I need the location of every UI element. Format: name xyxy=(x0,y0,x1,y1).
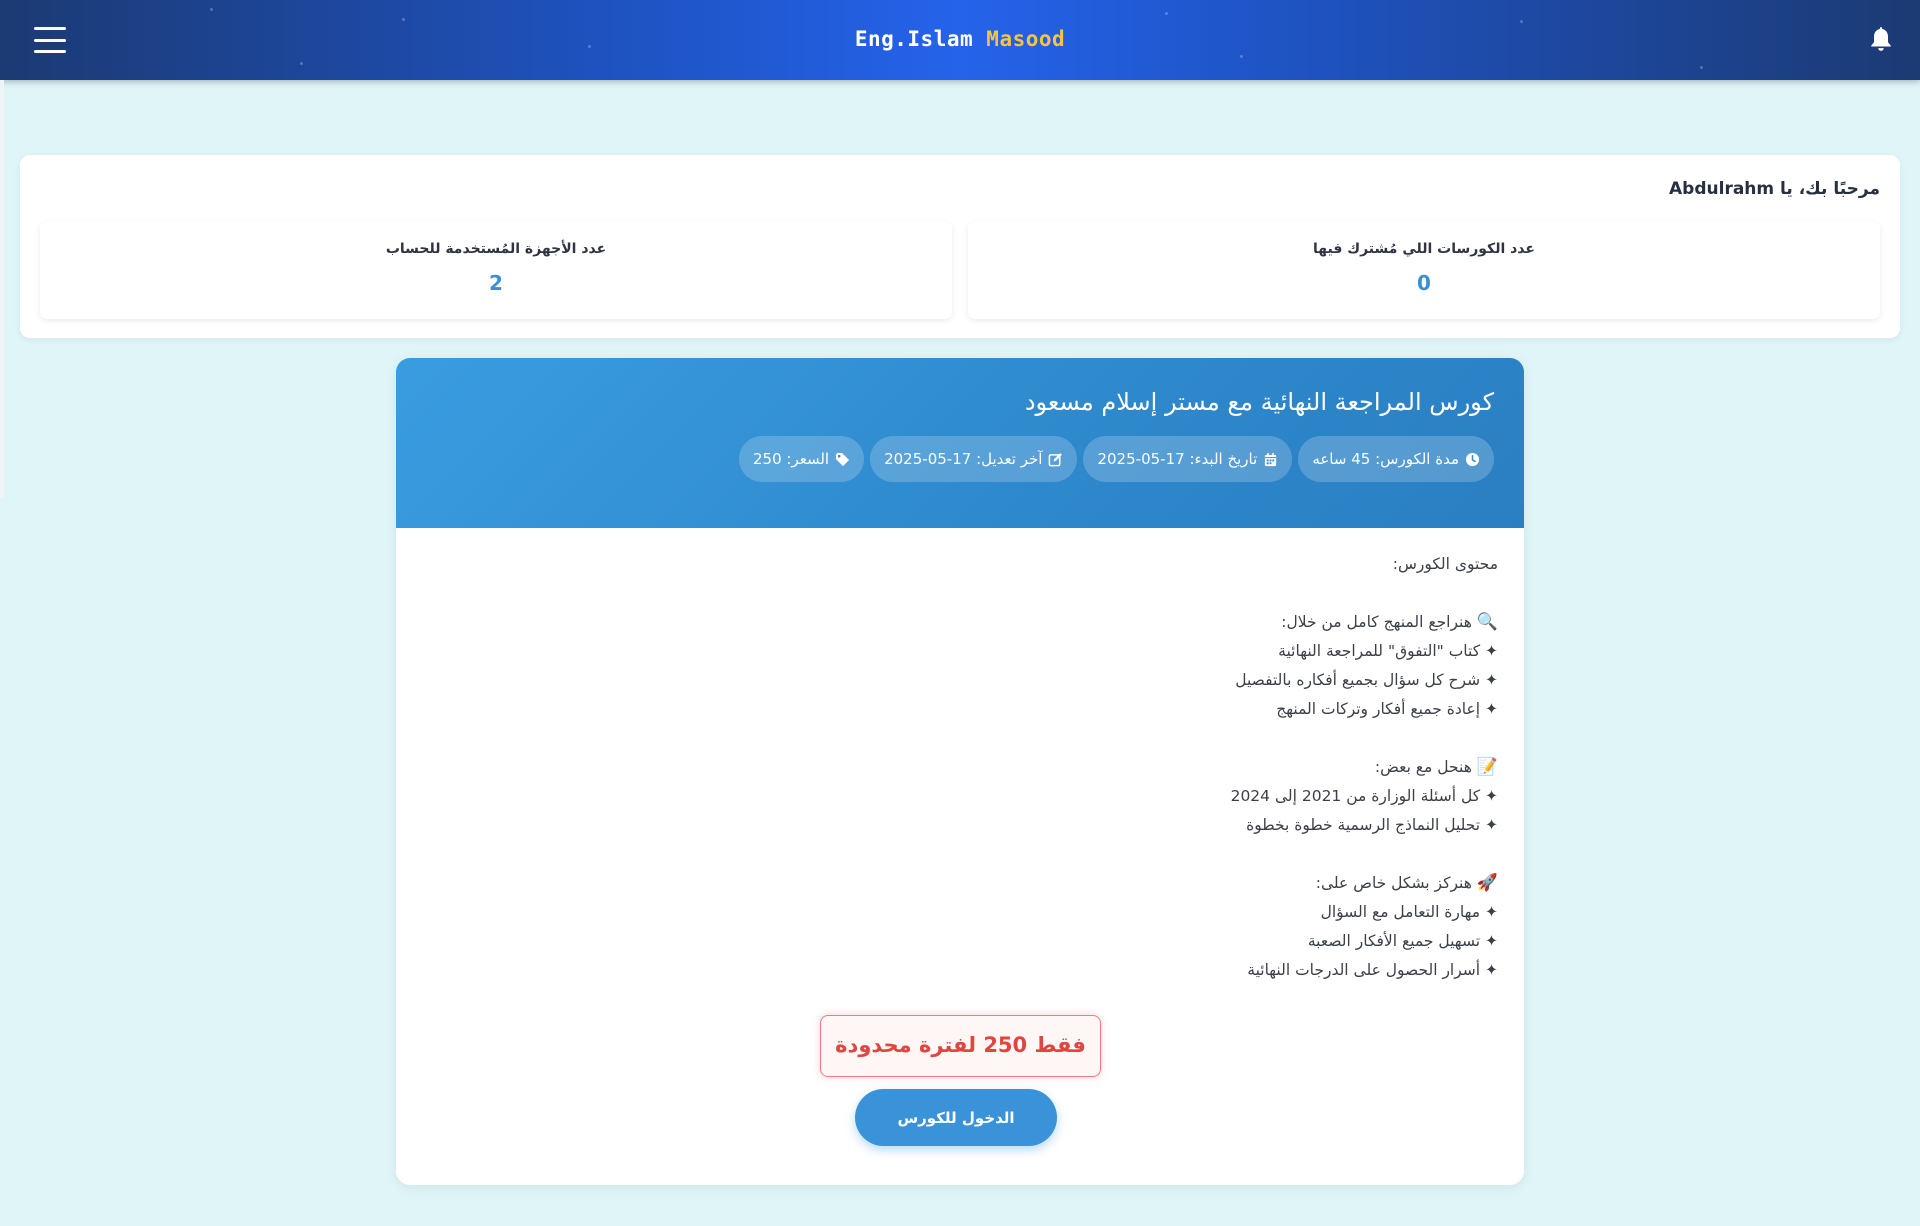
side-strip xyxy=(0,80,4,498)
start-date-text: تاريخ البدء: 17-05-2025 xyxy=(1097,450,1258,468)
rocket-icon: 🚀 xyxy=(1476,873,1498,893)
edit-icon xyxy=(1049,452,1063,466)
list-item: ✦ شرح كل سؤال بجميع أفكاره بالتفصيل xyxy=(1235,671,1498,689)
course-meta-chips: مدة الكورس: 45 ساعه تاريخ البدء: 17-05-2… xyxy=(738,436,1494,482)
course-title: كورس المراجعة النهائية مع مستر إسلام مسع… xyxy=(1024,388,1494,416)
bell-icon[interactable] xyxy=(1868,25,1894,53)
decorative-star xyxy=(402,18,405,21)
section-title: 📝 هنحل مع بعض: xyxy=(498,753,1498,782)
top-navbar: Eng.Islam Masood xyxy=(0,0,1920,80)
list-item: ✦ مهارة التعامل مع السؤال xyxy=(1320,903,1498,921)
list-item: ✦ كتاب "التفوق" للمراجعة النهائية xyxy=(1278,642,1498,660)
course-card: كورس المراجعة النهائية مع مستر إسلام مسع… xyxy=(396,358,1524,1185)
price-text: السعر: 250 xyxy=(752,450,830,468)
decorative-star xyxy=(1700,66,1703,69)
last-modified-text: آخر تعديل: 17-05-2025 xyxy=(884,450,1043,468)
devices-count-stat: عدد الأجهزة المُستخدمة للحساب 2 xyxy=(40,221,952,319)
duration-text: مدة الكورس: 45 ساعه xyxy=(1312,450,1459,468)
list-item: ✦ تسهيل جميع الأفكار الصعبة xyxy=(1307,932,1498,950)
stat-value: 2 xyxy=(489,271,503,295)
limited-offer-badge: فقط 250 لفترة محدودة xyxy=(820,1015,1101,1077)
calendar-icon xyxy=(1265,452,1277,466)
course-header: كورس المراجعة النهائية مع مستر إسلام مسع… xyxy=(396,358,1524,528)
decorative-star xyxy=(210,8,213,11)
start-date-chip: تاريخ البدء: 17-05-2025 xyxy=(1083,436,1293,482)
section-title: 🔍 هنراجع المنهج كامل من خلال: xyxy=(498,608,1498,637)
decorative-star xyxy=(300,62,303,65)
list-item: ✦ كل أسئلة الوزارة من 2021 إلى 2024 xyxy=(1230,787,1498,805)
subscribed-courses-stat: عدد الكورسات اللي مُشترك فيها 0 xyxy=(968,221,1880,319)
magnifier-icon: 🔍 xyxy=(1476,612,1498,632)
section-title-text: هنحل مع بعض: xyxy=(1374,758,1472,776)
enter-course-button[interactable]: الدخول للكورس xyxy=(855,1089,1057,1146)
clock-icon xyxy=(1465,452,1480,466)
last-modified-chip: آخر تعديل: 17-05-2025 xyxy=(870,436,1078,482)
duration-chip: مدة الكورس: 45 ساعه xyxy=(1298,436,1494,482)
brand-last-name: Masood xyxy=(986,27,1066,51)
stat-value: 0 xyxy=(1417,271,1431,295)
section-title-text: هنركز بشكل خاص على: xyxy=(1315,874,1472,892)
welcome-stats-card: مرحبًا بك، يا Abdulrahm عدد الكورسات الل… xyxy=(20,155,1900,338)
course-content: محتوى الكورس: 🔍 هنراجع المنهج كامل من خل… xyxy=(498,550,1498,985)
section-title-text: هنراجع المنهج كامل من خلال: xyxy=(1281,613,1472,631)
list-item: ✦ إعادة جميع أفكار وتركات المنهج xyxy=(1276,700,1498,718)
stat-label: عدد الكورسات اللي مُشترك فيها xyxy=(1313,241,1535,257)
price-chip: السعر: 250 xyxy=(738,436,865,482)
decorative-star xyxy=(1165,12,1168,15)
content-heading: محتوى الكورس: xyxy=(1392,555,1498,573)
section-title: 🚀 هنركز بشكل خاص على: xyxy=(498,869,1498,898)
brand-logo[interactable]: Eng.Islam Masood xyxy=(0,27,1920,51)
list-item: ✦ أسرار الحصول على الدرجات النهائية xyxy=(1247,961,1498,979)
brand-first-name: Eng.Islam xyxy=(854,27,974,51)
tag-icon xyxy=(836,452,850,466)
memo-icon: 📝 xyxy=(1476,757,1498,777)
list-item: ✦ تحليل النماذج الرسمية خطوة بخطوة xyxy=(1246,816,1498,834)
welcome-message: مرحبًا بك، يا Abdulrahm xyxy=(1669,179,1880,199)
decorative-star xyxy=(1520,20,1523,23)
decorative-star xyxy=(1240,55,1243,58)
stat-label: عدد الأجهزة المُستخدمة للحساب xyxy=(385,241,607,257)
